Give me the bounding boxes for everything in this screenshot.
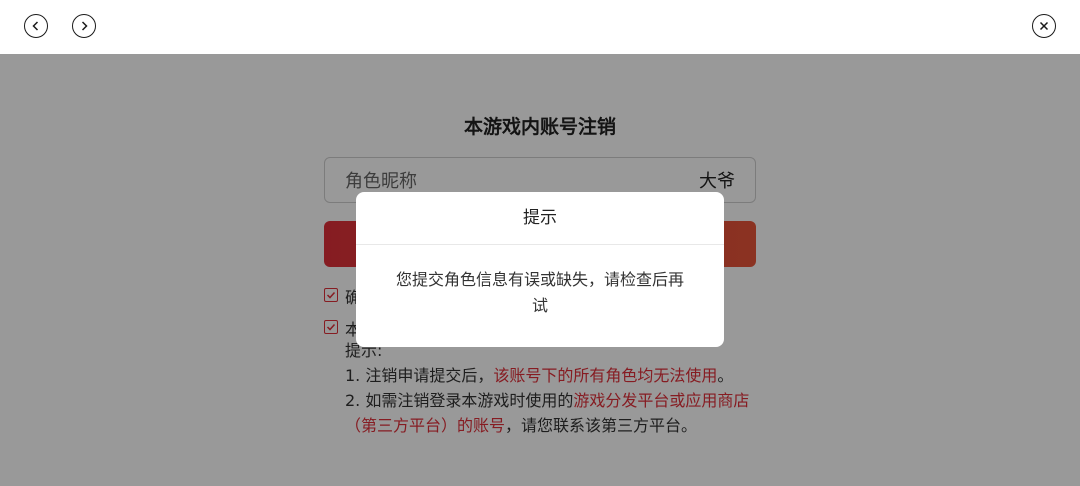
dialog-message: 您提交角色信息有误或缺失，请检查后再试 xyxy=(395,270,684,315)
chevron-right-icon[interactable] xyxy=(72,14,96,38)
close-icon[interactable] xyxy=(1032,14,1056,38)
chevron-left-icon[interactable] xyxy=(24,14,48,38)
top-bar xyxy=(0,0,1080,54)
alert-dialog: 提示 您提交角色信息有误或缺失，请检查后再试 xyxy=(356,192,724,347)
dialog-title: 提示 xyxy=(356,192,724,245)
